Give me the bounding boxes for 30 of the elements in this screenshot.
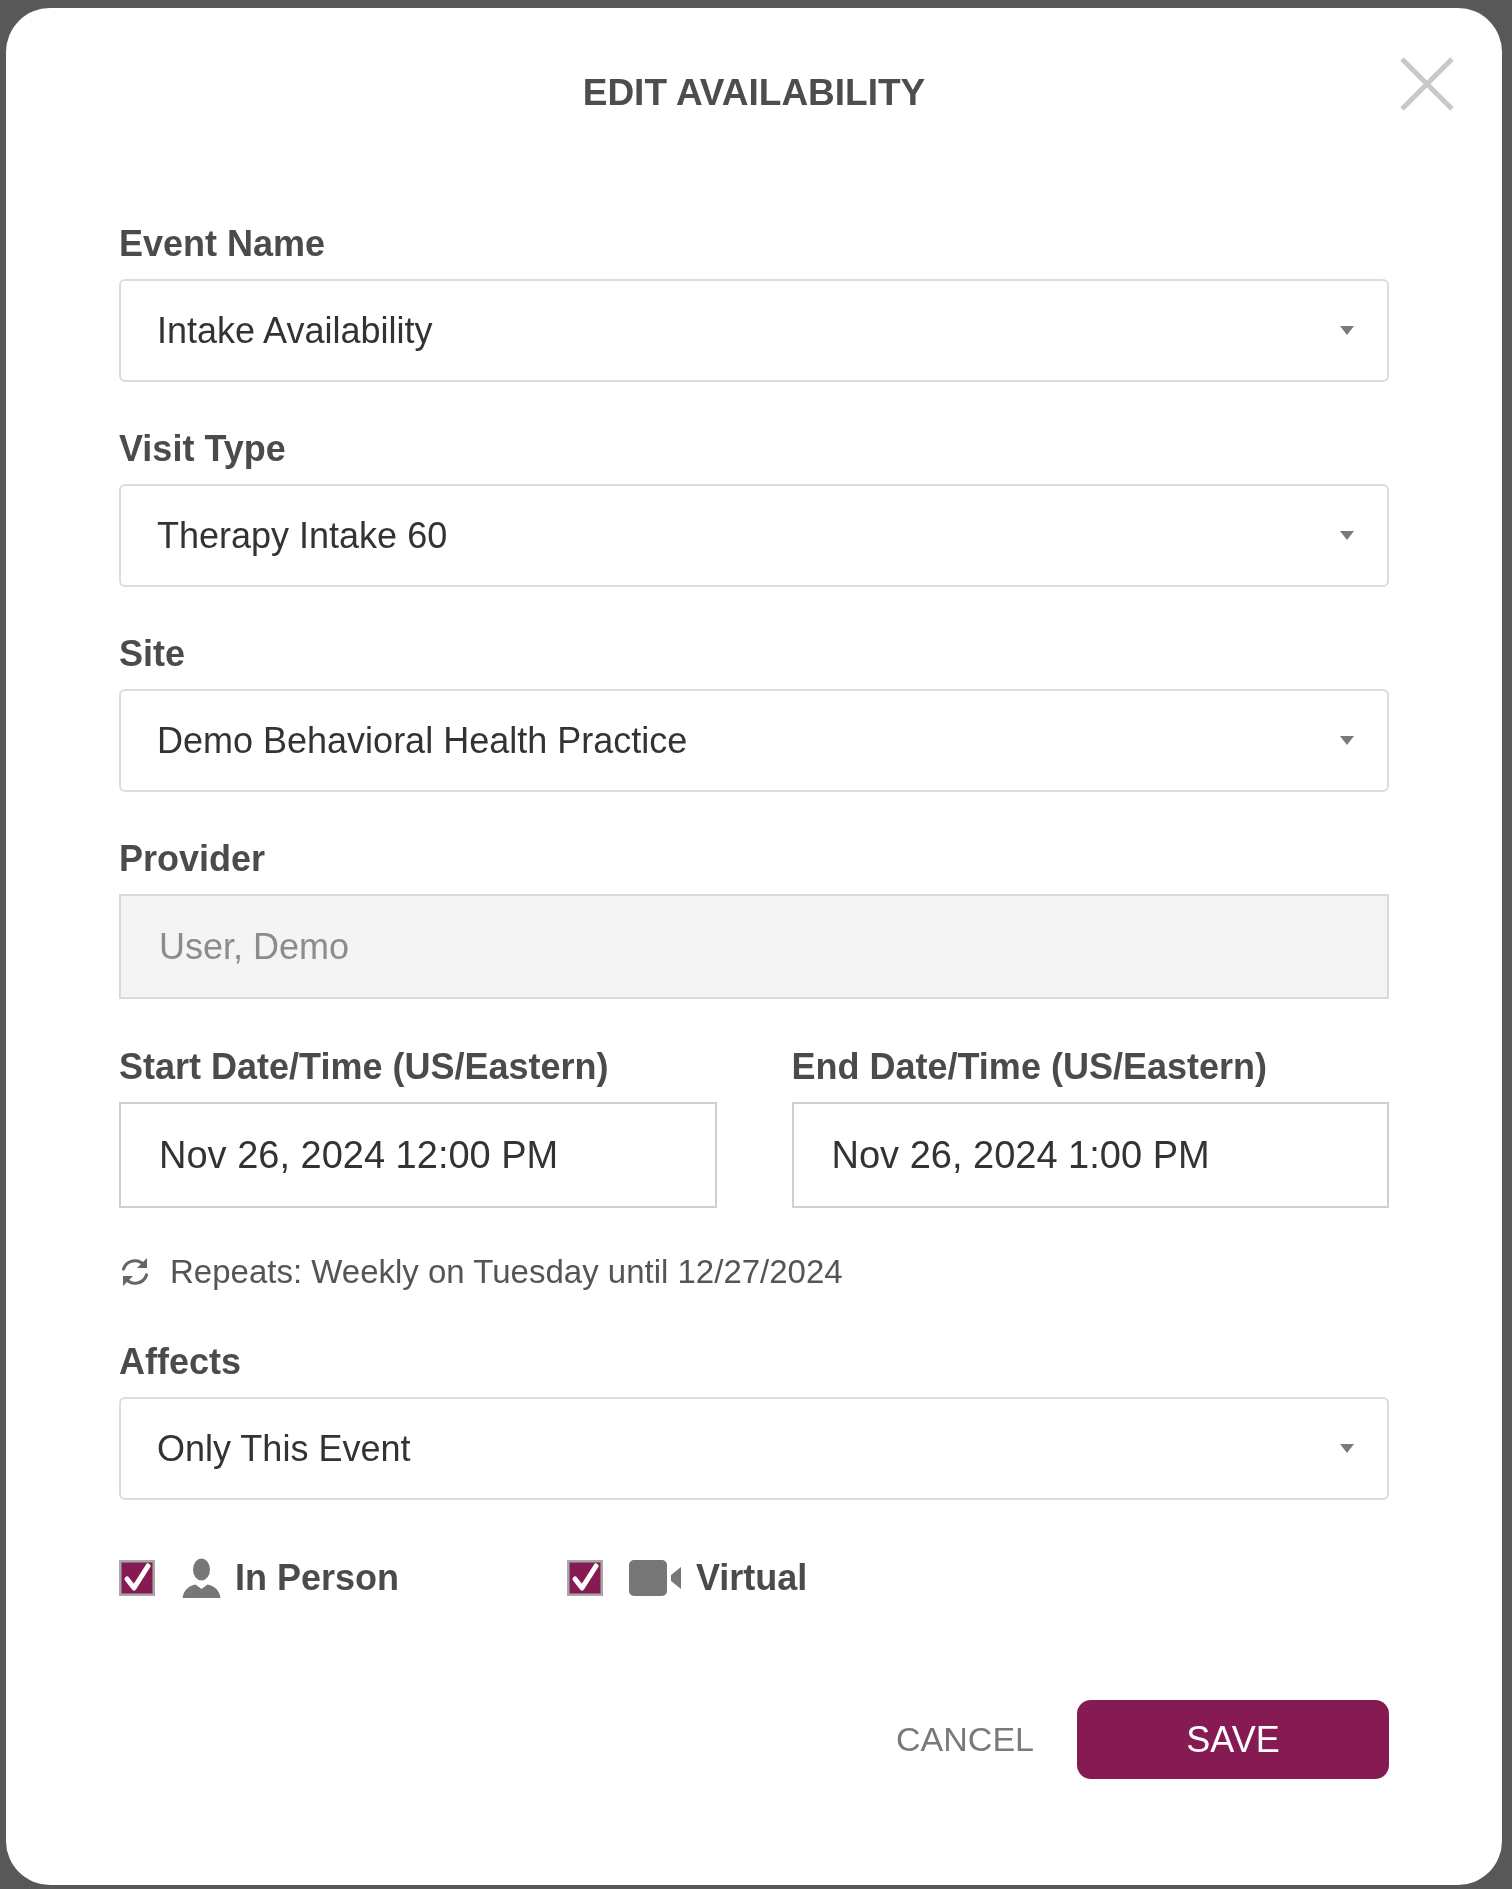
caret-icon xyxy=(1340,1444,1354,1453)
field-label: Provider xyxy=(119,837,266,881)
caret-icon xyxy=(1340,736,1354,745)
dialog-title: EDIT AVAILABILITY xyxy=(582,71,926,115)
date-time-field[interactable]: Nov 26, 2024 12:00 PM xyxy=(119,1102,717,1208)
input-field: User, Demo xyxy=(119,894,1389,999)
checkbox[interactable] xyxy=(567,1560,603,1596)
field-label: Start Date/Time (US/Eastern) xyxy=(119,1045,609,1089)
cancel-button[interactable]: CANCEL xyxy=(884,1710,1046,1769)
checkbox[interactable] xyxy=(119,1560,155,1596)
save-button[interactable]: SAVE xyxy=(1077,1700,1389,1779)
field-label: Event Name xyxy=(119,222,326,266)
caret-icon xyxy=(1340,531,1354,540)
video-camera-icon xyxy=(629,1560,683,1596)
person-icon xyxy=(181,1558,222,1598)
date-time-field[interactable]: Nov 26, 2024 1:00 PM xyxy=(791,1102,1389,1208)
recurrence-text: Repeats: Weekly on Tuesday until 12/27/2024 xyxy=(170,1253,843,1291)
field-label: Visit Type xyxy=(119,427,286,471)
select-field[interactable]: Intake Availability xyxy=(119,279,1389,382)
select-field[interactable]: Therapy Intake 60 xyxy=(119,484,1389,587)
caret-icon xyxy=(1340,326,1354,335)
repeat-icon xyxy=(119,1256,151,1288)
field-label: Affects xyxy=(119,1340,242,1384)
select-field[interactable]: Only This Event xyxy=(119,1397,1389,1500)
select-field[interactable]: Demo Behavioral Health Practice xyxy=(119,689,1389,792)
option-label: Virtual xyxy=(696,1557,808,1599)
field-label: Site xyxy=(119,632,186,676)
close-icon xyxy=(1400,57,1454,111)
field-label: End Date/Time (US/Eastern) xyxy=(791,1045,1267,1089)
option-label: In Person xyxy=(235,1557,400,1599)
